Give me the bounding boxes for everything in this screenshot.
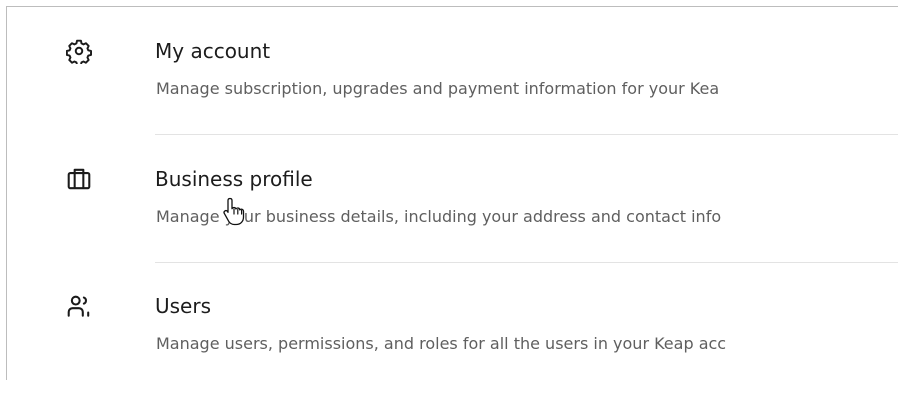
gear-icon [66, 38, 92, 64]
settings-item-business-profile[interactable]: Business profile Manage your business de… [0, 150, 898, 270]
settings-item-description: Manage users, permissions, and roles for… [156, 334, 727, 353]
settings-item-title: Business profile [155, 167, 313, 191]
divider [155, 134, 898, 135]
users-icon [66, 293, 92, 319]
settings-item-my-account[interactable]: My account Manage subscription, upgrades… [0, 22, 898, 142]
settings-item-description: Manage your business details, including … [156, 207, 722, 226]
settings-item-description: Manage subscription, upgrades and paymen… [156, 79, 720, 98]
settings-item-title: My account [155, 39, 271, 63]
divider [155, 262, 898, 263]
settings-item-users[interactable]: Users Manage users, permissions, and rol… [0, 277, 898, 397]
briefcase-icon [66, 166, 92, 192]
settings-item-title: Users [155, 294, 212, 318]
